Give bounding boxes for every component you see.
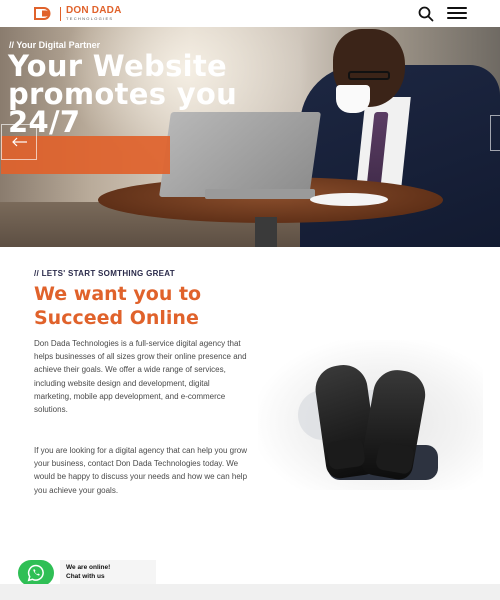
search-icon xyxy=(418,6,434,22)
site-header: DON DADA TECHNOLOGIES xyxy=(0,0,500,27)
shoes-image-left-heel xyxy=(326,437,366,471)
hero-title: Your Website promotes you 24/7 xyxy=(8,49,238,139)
section-tagline: // LETS' START SOMTHING GREAT xyxy=(34,269,175,278)
hero-photo-glasses xyxy=(348,71,390,80)
hero-photo-saucer xyxy=(310,193,388,206)
logo-name: DON DADA xyxy=(66,5,122,16)
logo-mark-icon xyxy=(34,7,56,20)
chat-status-text: We are online! xyxy=(66,564,111,571)
intro-paragraph: If you are looking for a digital agency … xyxy=(34,446,248,495)
logo-divider xyxy=(60,6,61,21)
menu-bar xyxy=(447,7,467,9)
menu-bar xyxy=(447,17,467,19)
shoes-on-desk-image xyxy=(258,340,483,490)
search-button[interactable] xyxy=(417,5,435,23)
whatsapp-icon xyxy=(27,564,44,582)
footer-strip xyxy=(0,584,500,600)
logo-text: DON DADA TECHNOLOGIES xyxy=(66,6,122,21)
section-title: We want you to Succeed Online xyxy=(34,283,202,329)
hero-banner: // Your Digital Partner Your Website pro… xyxy=(0,27,500,247)
chat-cta-text: Chat with us xyxy=(66,573,105,580)
logo-subtitle: TECHNOLOGIES xyxy=(66,16,114,21)
hero-photo-table-leg xyxy=(255,217,277,247)
whatsapp-chat-widget[interactable]: We are online! Chat with us xyxy=(18,560,156,586)
slider-prev-button[interactable] xyxy=(1,124,37,160)
arrow-left-icon xyxy=(12,137,27,147)
menu-bar xyxy=(447,12,467,14)
site-logo[interactable]: DON DADA TECHNOLOGIES xyxy=(34,6,122,21)
intro-paragraph: Don Dada Technologies is a full-service … xyxy=(34,339,247,415)
whatsapp-button[interactable] xyxy=(18,560,54,586)
hero-photo-laptop-base xyxy=(205,189,315,199)
hero-photo-cup xyxy=(336,85,370,113)
shoes-image-right-heel xyxy=(374,441,416,475)
hamburger-menu-icon[interactable] xyxy=(447,7,467,21)
slider-next-button[interactable] xyxy=(490,115,500,151)
